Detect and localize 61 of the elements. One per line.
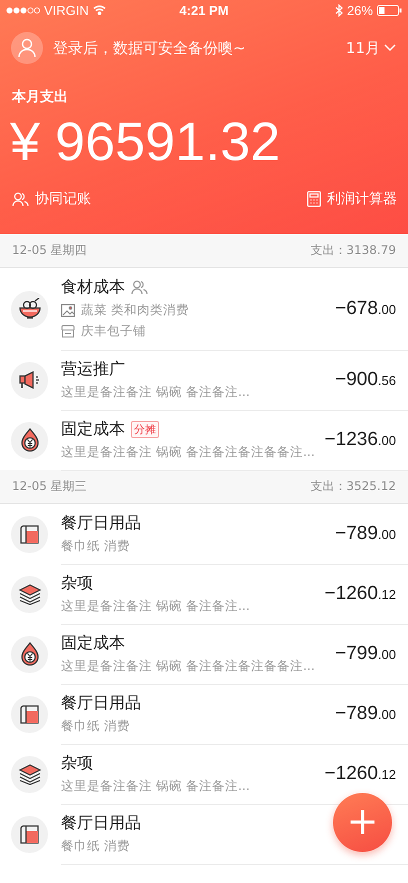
category-title: 杂项 [61, 752, 93, 774]
category-title: 固定成本 [61, 418, 125, 440]
clock-time: 4:21 PM [179, 2, 229, 18]
expense-total: ¥ 96591.32 [10, 111, 280, 174]
group-date: 12-05 星期三 [12, 478, 87, 495]
money-drop-icon [20, 642, 40, 666]
note-text: 餐巾纸 消费 [61, 838, 130, 854]
category-title: 食材成本 [61, 277, 125, 298]
amount-text: −789.00 [335, 522, 396, 544]
group-total: 支出：3138.79 [310, 242, 396, 259]
megaphone-icon [18, 370, 42, 390]
note-text: 这里是备注备注 锅碗 备注备注备注备备注... [61, 658, 315, 674]
split-tag: 分摊 [131, 420, 159, 438]
category-title: 餐厅日用品 [61, 692, 141, 714]
amount-text: −1260.12 [324, 762, 396, 784]
group-total: 支出：3525.12 [310, 478, 396, 495]
amount-text: −799.00 [335, 642, 396, 664]
layers-icon [18, 583, 42, 605]
note-text: 这里是备注备注 锅碗 备注备注... [61, 384, 250, 400]
amount-text: −678.00 [335, 298, 396, 320]
paper-roll-icon [18, 703, 42, 725]
money-drop-icon [20, 428, 40, 452]
amount-text: −1236.00 [324, 428, 396, 450]
bluetooth-icon [334, 4, 343, 16]
category-title: 餐厅日用品 [61, 812, 141, 834]
transaction-row[interactable]: 营运推广 这里是备注备注 锅碗 备注备注... −900.56 [0, 350, 408, 410]
people-icon [12, 192, 29, 206]
battery-percent: 26% [346, 2, 373, 18]
paper-roll-icon [18, 523, 42, 545]
transaction-row[interactable]: 食材成本 蔬菜 类和肉类消费 庆丰包子铺 −678.00 [0, 268, 408, 350]
signal-icon [6, 6, 40, 14]
transaction-row[interactable]: 杂项 这里是备注备注 锅碗 备注备注... −1260.12 [0, 564, 408, 624]
group-date: 12-05 星期四 [12, 242, 87, 259]
shop-name: 庆丰包子铺 [81, 323, 146, 340]
note-text: 这里是备注备注 锅碗 备注备注... [61, 778, 250, 794]
category-title: 固定成本 [61, 632, 125, 654]
avatar-icon[interactable] [11, 32, 43, 64]
amount-text: −789.00 [335, 702, 396, 724]
category-title: 餐厅日用品 [61, 512, 141, 534]
layers-icon [18, 763, 42, 785]
transaction-row[interactable]: 固定成本 这里是备注备注 锅碗 备注备注备注备备注... −799.00 [0, 624, 408, 684]
transaction-row[interactable]: 餐厅日用品 餐巾纸 消费 −789.00 [0, 504, 408, 564]
battery-icon [376, 4, 402, 16]
note-text: 餐巾纸 消费 [61, 718, 130, 734]
bowl-icon [18, 298, 42, 320]
note-text: 餐巾纸 消费 [61, 538, 130, 554]
note-text: 这里是备注备注 锅碗 备注备注... [61, 598, 250, 614]
amount-text: −1260.12 [324, 582, 396, 604]
amount-text: −900.56 [335, 368, 396, 390]
expense-label: 本月支出 [12, 88, 68, 106]
category-title: 杂项 [61, 572, 93, 594]
calculator-icon [307, 191, 321, 207]
transaction-row[interactable]: 餐厅日用品 餐巾纸 消费 −789.00 [0, 684, 408, 744]
note-text: 蔬菜 类和肉类消费 [81, 302, 189, 319]
chevron-down-icon [384, 44, 396, 52]
wifi-icon [92, 5, 106, 15]
category-title: 营运推广 [61, 358, 125, 380]
paper-roll-icon [18, 823, 42, 845]
note-text: 这里是备注备注 锅碗 备注备注备注备备注... [61, 444, 315, 460]
carrier-name: VIRGIN [44, 2, 89, 18]
shop-icon [61, 325, 75, 338]
